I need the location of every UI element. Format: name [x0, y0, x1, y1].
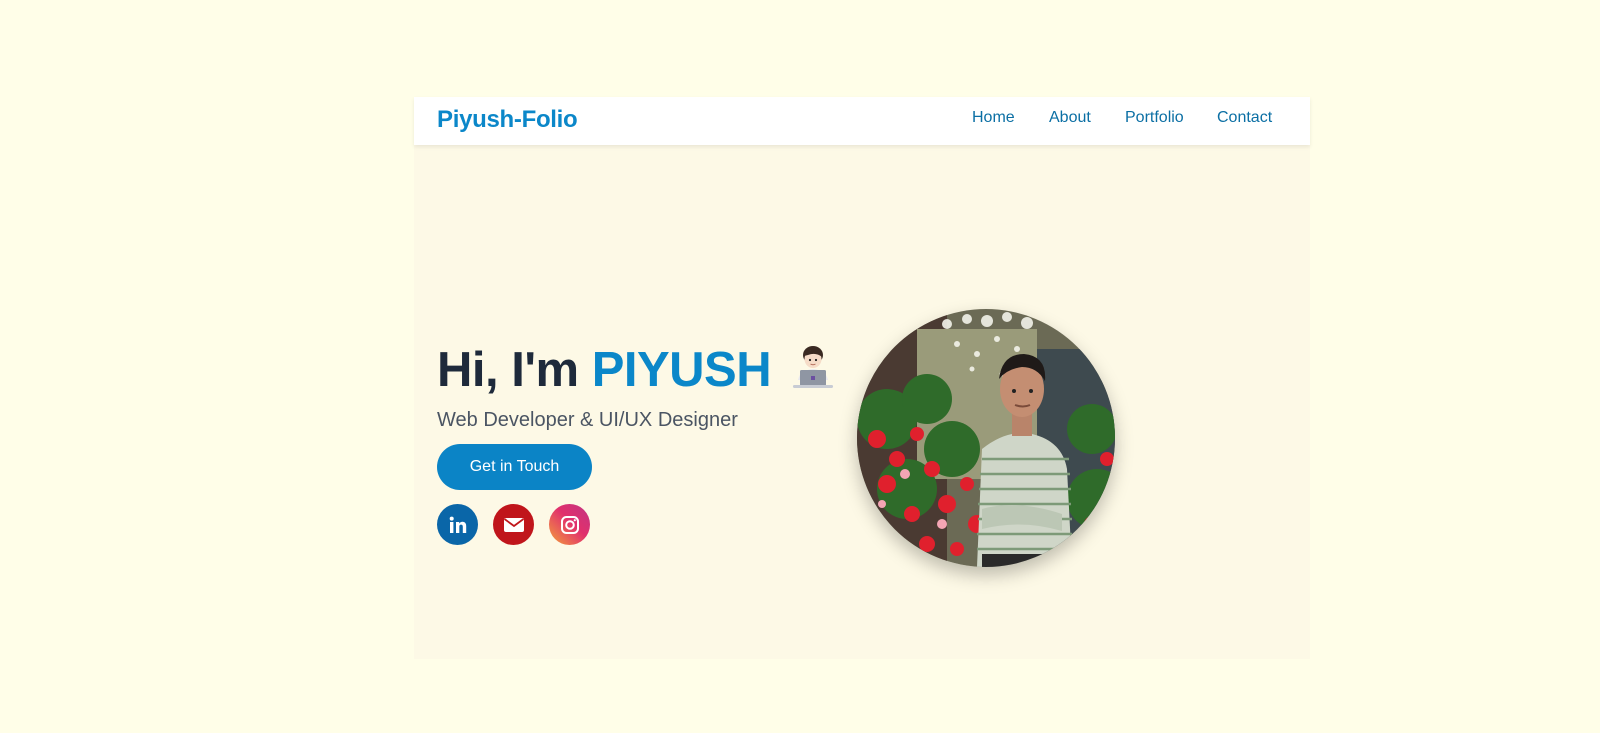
- linkedin-icon: [449, 516, 466, 533]
- brand-logo[interactable]: Piyush-Folio: [437, 106, 578, 134]
- hero-greeting: Hi, I'm: [437, 343, 592, 397]
- get-in-touch-button[interactable]: Get in Touch: [437, 444, 592, 490]
- hero-heading: Hi, I'm PIYUSH: [437, 342, 772, 398]
- nav-link-portfolio[interactable]: Portfolio: [1125, 109, 1184, 127]
- linkedin-button[interactable]: [437, 504, 478, 545]
- instagram-icon: [560, 515, 579, 534]
- technologist-icon: [793, 346, 833, 388]
- hero-name: PIYUSH: [591, 343, 772, 397]
- email-button[interactable]: [493, 504, 534, 545]
- portfolio-page: Piyush-Folio Home About Portfolio Contac…: [414, 97, 1310, 659]
- nav-link-about[interactable]: About: [1049, 109, 1091, 127]
- instagram-button[interactable]: [549, 504, 590, 545]
- nav-link-contact[interactable]: Contact: [1217, 109, 1272, 127]
- profile-photo-illustration: [857, 309, 1115, 567]
- navbar: Piyush-Folio Home About Portfolio Contac…: [414, 97, 1310, 145]
- envelope-icon: [503, 517, 524, 532]
- nav-link-home[interactable]: Home: [972, 109, 1015, 127]
- hero-subtitle: Web Developer & UI/UX Designer: [437, 409, 738, 431]
- profile-photo: [857, 309, 1115, 567]
